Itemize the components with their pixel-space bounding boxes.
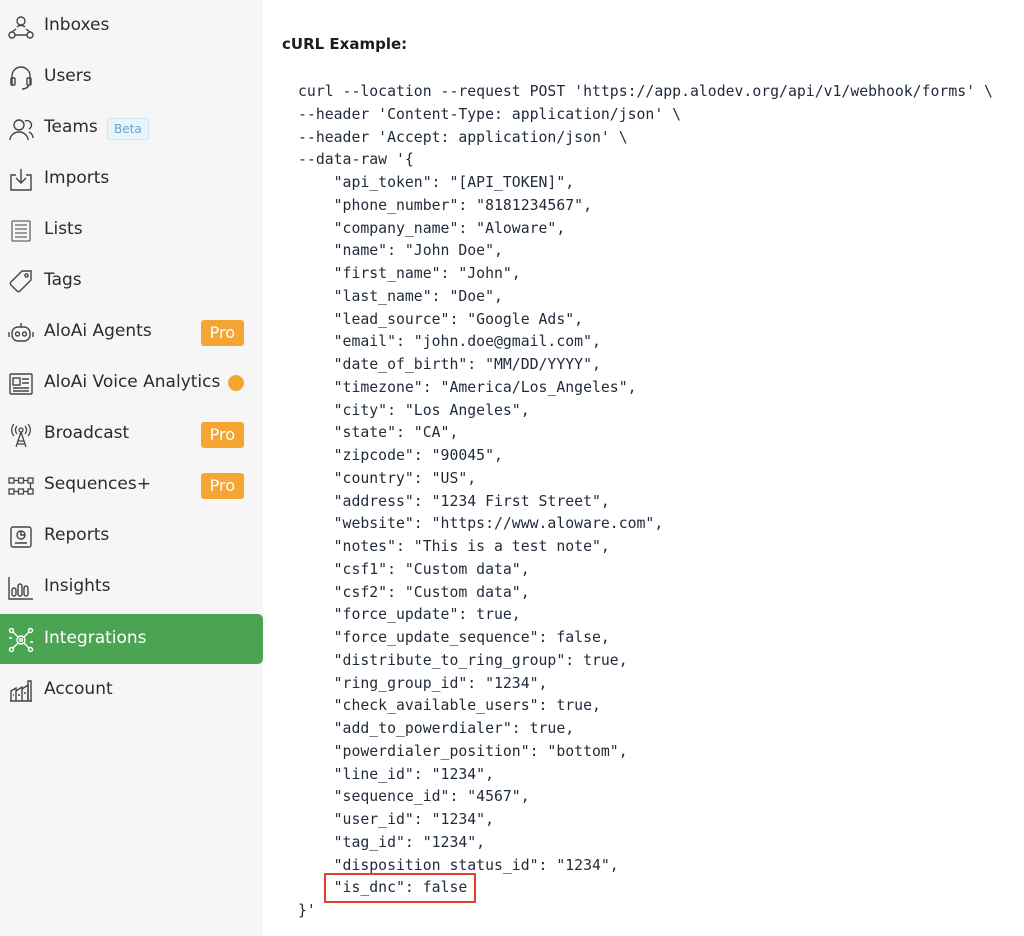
code-line: --header 'Content-Type: application/json…: [298, 105, 682, 123]
sidebar-item-label: Insights: [44, 576, 111, 596]
code-line: "force_update_sequence": false,: [298, 629, 610, 646]
code-line: "notes": "This is a test note",: [298, 538, 610, 555]
sidebar-item-insights[interactable]: Insights: [0, 562, 263, 612]
sidebar-item-label: Teams: [44, 117, 98, 137]
sidebar-item-aloai-voice-analytics[interactable]: AloAi Voice Analytics: [0, 358, 263, 408]
sidebar-item-label: Account: [44, 679, 113, 699]
code-line: "phone_number": "8181234567",: [298, 196, 592, 214]
code-line: "user_id": "1234",: [298, 811, 494, 828]
imports-icon: [10, 169, 32, 191]
inboxes-icon: [8, 16, 34, 39]
integrations-icon: [8, 627, 34, 653]
beta-badge: Beta: [107, 118, 149, 140]
code-line: "add_to_powerdialer": true,: [298, 720, 575, 737]
robot-icon: [8, 323, 34, 342]
pro-badge: Pro: [200, 473, 244, 499]
code-line: "website": "https://www.aloware.com",: [298, 515, 664, 533]
sidebar-item-reports[interactable]: Reports: [0, 511, 263, 561]
sidebar-item-inboxes[interactable]: Inboxes: [0, 1, 263, 51]
sidebar-item-sequences[interactable]: Sequences+ Pro: [0, 460, 263, 510]
account-icon: [10, 680, 32, 702]
code-line: "city": "Los Angeles",: [298, 401, 530, 419]
lists-icon: [11, 220, 31, 242]
sidebar-item-label: Users: [44, 66, 92, 86]
code-line: "check_available_users": true,: [298, 697, 601, 715]
code-line: "date_of_birth": "MM/DD/YYYY",: [298, 356, 601, 373]
code-line: "ring_group_id": "1234",: [298, 674, 548, 692]
insights-icon: [8, 577, 33, 600]
code-line: }': [298, 902, 316, 919]
curl-code-block: curl --location --request POST 'https://…: [298, 81, 993, 923]
sidebar-item-account[interactable]: Account: [0, 665, 263, 715]
sidebar-item-label: Inboxes: [44, 15, 110, 35]
sidebar-item-label: Broadcast: [44, 423, 130, 443]
code-line: "powerdialer_position": "bottom",: [298, 742, 628, 760]
sidebar-item-users[interactable]: Users: [0, 52, 263, 102]
code-line: "first_name": "John",: [298, 265, 521, 282]
sidebar-item-teams[interactable]: Teams Beta: [0, 103, 263, 153]
code-line: curl --location --request POST 'https://…: [298, 83, 993, 100]
code-line: "csf1": "Custom data",: [298, 560, 530, 578]
sidebar-item-label: Lists: [44, 219, 83, 239]
code-line: "company_name": "Aloware",: [298, 219, 566, 237]
pro-badge: Pro: [200, 422, 244, 448]
code-line: "zipcode": "90045",: [298, 447, 503, 464]
code-line: "distribute_to_ring_group": true,: [298, 651, 628, 669]
page-title: cURL Example:: [282, 35, 408, 53]
sidebar-item-label: Integrations: [44, 628, 147, 648]
code-line: "lead_source": "Google Ads",: [298, 310, 584, 328]
sidebar-item-label: Sequences+: [44, 474, 151, 494]
sidebar-item-label: AloAi Voice Analytics: [44, 372, 221, 392]
code-line: "timezone": "America/Los_Angeles",: [298, 378, 637, 396]
code-line: "force_update": true,: [298, 606, 521, 624]
code-line: "last_name": "Doe",: [298, 287, 503, 305]
code-line: "sequence_id": "4567",: [298, 788, 530, 806]
sidebar-item-aloai-agents[interactable]: AloAi Agents Pro: [0, 307, 263, 357]
teams-icon: [9, 119, 34, 141]
sidebar: Inboxes Users Teams Beta Imports Lists T…: [0, 0, 263, 936]
code-line: "csf2": "Custom data",: [298, 583, 530, 601]
code-line: "country": "US",: [298, 469, 477, 487]
sidebar-item-integrations[interactable]: Integrations: [0, 614, 263, 664]
sidebar-item-label: Tags: [44, 270, 82, 290]
code-line: --header 'Accept: application/json' \: [298, 128, 628, 146]
code-line: "line_id": "1234",: [298, 765, 494, 783]
code-line: "name": "John Doe",: [298, 242, 503, 260]
sidebar-item-lists[interactable]: Lists: [0, 205, 263, 255]
reports-icon: [10, 526, 32, 548]
voice-analytics-icon: [9, 373, 33, 395]
status-dot: [228, 375, 244, 391]
broadcast-icon: [11, 423, 31, 448]
code-line: "state": "CA",: [298, 424, 459, 442]
sidebar-item-label: Imports: [44, 168, 110, 188]
sidebar-item-label: Reports: [44, 525, 110, 545]
sequences-icon: [8, 477, 34, 495]
code-line: --data-raw '{: [298, 151, 414, 169]
code-line: "address": "1234 First Street",: [298, 492, 610, 510]
sidebar-item-tags[interactable]: Tags: [0, 256, 263, 306]
tags-icon: [9, 270, 32, 293]
sidebar-item-broadcast[interactable]: Broadcast Pro: [0, 409, 263, 459]
sidebar-item-label: AloAi Agents: [44, 321, 152, 341]
code-line: "tag_id": "1234",: [298, 833, 486, 851]
code-line: "api_token": "[API_TOKEN]",: [298, 174, 575, 191]
pro-badge: Pro: [200, 320, 244, 346]
code-line: "email": "john.doe@gmail.com",: [298, 333, 601, 351]
users-icon: [10, 66, 32, 90]
sidebar-item-imports[interactable]: Imports: [0, 154, 263, 204]
highlight-box: [324, 873, 476, 903]
